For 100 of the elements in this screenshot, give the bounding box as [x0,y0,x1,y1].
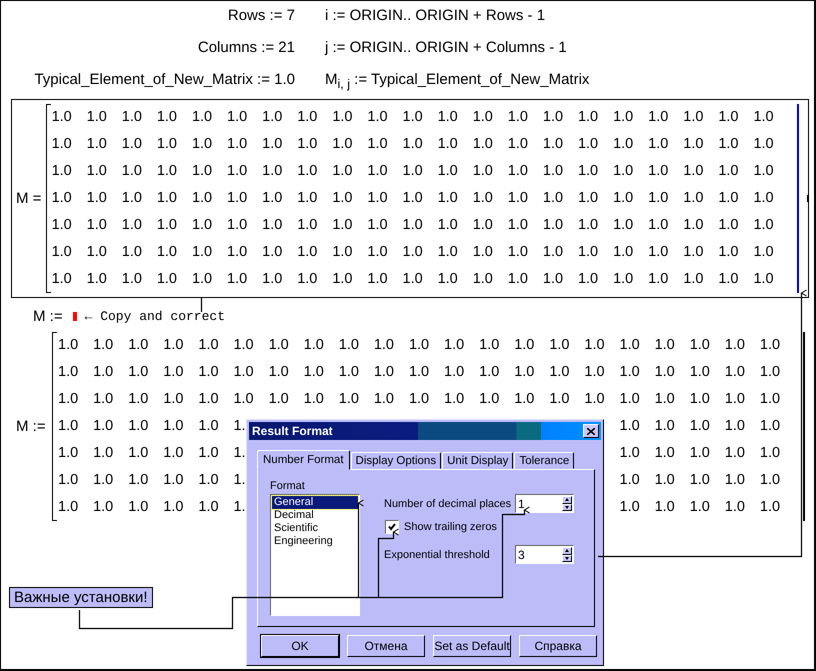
list-item[interactable]: Engineering [272,535,358,548]
matrix-cell-text: 1.0 [127,336,150,355]
format-list[interactable]: General Decimal Scientific Engineering [270,494,360,616]
list-item[interactable]: General [272,496,358,509]
matrix-cell-text: 1.0 [436,108,459,127]
matrix-cell-text: 1.0 [618,471,641,490]
matrix-cell-text: 1.0 [724,417,746,436]
matrix-cell-text: 1.0 [190,243,214,262]
matrix-cell-text: 1. [232,444,247,463]
matrix-cell-text: 1.0 [612,135,634,154]
dialog-button[interactable]: Справка [519,635,597,657]
dialog-button[interactable]: Отмена [347,635,425,657]
matrix-cell-text: 1.0 [724,471,746,490]
matrix-cell-text: 1.0 [50,216,73,235]
matrix-cell-text: 1.0 [618,363,641,382]
matrix-cell-text: 1.0 [688,498,711,517]
matrix-cell-text: 1.0 [331,216,354,235]
matrix-cell-text: 1.0 [296,270,318,289]
matrix-cell-text: 1.0 [408,336,430,355]
matrix-cell-text: 1.0 [197,498,220,517]
matrix-cell-text: 1.0 [724,336,746,355]
tab[interactable]: Number Format [257,450,350,470]
matrix-cell-text: 1.0 [724,444,746,463]
dialog-button[interactable]: OK [261,635,339,657]
matrix-cell-text: 1.0 [542,108,564,127]
matrix-cell-text: 1.0 [436,270,459,289]
matrix-cell-text: 1.0 [513,390,536,409]
matrix-cell-text: 1.0 [682,243,704,262]
matrix-cell-text: 1.0 [296,135,318,154]
matrix-cell-text: 1.0 [296,162,318,181]
matrix-cell-text: 1.0 [548,390,570,409]
matrix-cell-text: 1.0 [232,363,255,382]
matrix-cell-text: 1.0 [331,108,354,127]
matrix-cell-text: 1.0 [478,390,500,409]
definition: Typical_Element_of_New_Matrix := 1.0 [33,71,295,90]
matrix-cell-text: 1.0 [50,189,73,208]
matrix-cell-text: 1.0 [57,498,80,517]
matrix-cell-text: 1.0 [162,390,184,409]
matrix-cell-text: 1.0 [506,243,529,262]
matrix-cell-text: 1.0 [86,216,108,235]
matrix-cell-text: 1.0 [758,471,782,490]
dialog-button[interactable]: Set as Default [433,635,511,657]
matrix-cell-text: 1.0 [190,216,214,235]
matrix-cell-text: 1.0 [506,270,529,289]
matrix-cell-text: 1.0 [647,243,670,262]
matrix-cell-text: 1.0 [542,243,564,262]
matrix-cell-text: 1.0 [261,243,284,262]
matrix-cell-text: 1.0 [402,189,424,208]
matrix-cell-text: 1.0 [372,336,396,355]
matrix-cell-text: 1.0 [57,417,80,436]
matrix-cell-text: 1.0 [717,189,740,208]
matrix-cell-text: 1.0 [331,135,354,154]
matrix-cell-text: 1.0 [717,162,740,181]
list-item[interactable]: Decimal [272,509,358,522]
matrix-cell-text: 1.0 [724,498,746,517]
matrix-cell-text: 1.0 [156,216,178,235]
matrix-cell-text: 1.0 [506,162,529,181]
definition: j := ORIGIN.. ORIGIN + Columns - 1 [325,39,568,58]
matrix-cell-text: 1.0 [86,162,108,181]
matrix-cell-text: 1.0 [717,243,740,262]
matrix-cell-text: 1.0 [506,108,529,127]
matrix-cell-text: 1.0 [338,390,360,409]
matrix-cell-text: 1.0 [226,135,248,154]
matrix-cell-text: 1.0 [226,243,248,262]
tab[interactable]: Unit Display [442,452,514,469]
matrix-cell-text: 1.0 [542,270,564,289]
matrix-cell-text: 1.0 [86,108,108,127]
matrix-cell-text: 1.0 [506,216,529,235]
tab[interactable]: Display Options [350,452,442,469]
matrix-cell-text: 1.0 [127,390,150,409]
matrix-cell-text: 1.0 [724,363,746,382]
matrix-cell-text: 1.0 [92,417,114,436]
matrix-cell-text: 1.0 [302,336,325,355]
matrix-cell-text: 1.0 [513,336,536,355]
matrix-cell-text: 1.0 [647,270,670,289]
decimal-places-field[interactable]: 1 [515,494,574,513]
matrix-cell-text: 1.0 [612,243,634,262]
matrix-cell-text: 1.0 [92,444,114,463]
matrix-cell-text: 1.0 [436,135,459,154]
list-item[interactable]: Scientific [272,522,358,535]
matrix-cell-text: 1.0 [752,216,775,235]
matrix-cell-text: 1.0 [127,498,150,517]
matrix-cell-text: 1.0 [268,363,290,382]
matrix-cell-text: 1.0 [436,243,459,262]
matrix-cell-text: 1.0 [654,444,676,463]
matrix-cell-text: 1.0 [682,216,704,235]
matrix-cell-text: 1.0 [647,135,670,154]
matrix-cell-text: 1.0 [618,390,641,409]
matrix-cell-text: 1.0 [506,135,529,154]
matrix-cell-text: 1.0 [92,471,114,490]
matrix-cell-text: 1.0 [402,135,424,154]
threshold-field[interactable]: 3 [515,545,574,564]
matrix-cell-text: 1.0 [92,336,114,355]
matrix-cell-text: 1.0 [542,135,564,154]
matrix-cell-text: 1.0 [50,243,73,262]
matrix-cell-text: 1.0 [261,135,284,154]
matrix-cell-text: 1.0 [612,108,634,127]
matrix-cell-text: 1.0 [197,471,220,490]
tab[interactable]: Tolerance [514,452,574,469]
matrix-cell-text: 1.0 [156,270,178,289]
